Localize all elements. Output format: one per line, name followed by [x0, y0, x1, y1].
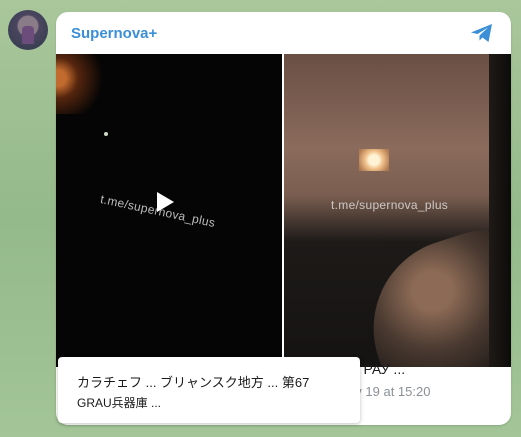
- message-header: Supernova+: [56, 12, 511, 54]
- channel-name[interactable]: Supernova+: [71, 25, 157, 42]
- caption-tooltip: カラチェフ ... ブリャンスク地方 ... 第67 GRAU兵器庫 ...: [58, 357, 360, 423]
- watermark-right: t.me/supernova_plus: [331, 198, 449, 212]
- video-thumbnail-left[interactable]: t.me/supernova_plus: [56, 54, 282, 367]
- fire-glow: [56, 54, 106, 114]
- explosion-flash: [359, 149, 389, 171]
- window-frame: [489, 54, 511, 367]
- play-icon[interactable]: [157, 192, 174, 212]
- foreground-silhouette: [350, 214, 511, 367]
- light-dot: [104, 132, 108, 136]
- video-thumbnail-right[interactable]: t.me/supernova_plus: [284, 54, 511, 367]
- channel-avatar[interactable]: [8, 10, 48, 50]
- telegram-icon[interactable]: [469, 20, 495, 46]
- tooltip-line-1: カラチェフ ... ブリャンスク地方 ... 第67: [77, 375, 310, 390]
- tooltip-line-2: GRAU兵器庫 ...: [77, 396, 162, 410]
- media-gallery: t.me/supernova_plus t.me/supernova_plus: [56, 54, 511, 367]
